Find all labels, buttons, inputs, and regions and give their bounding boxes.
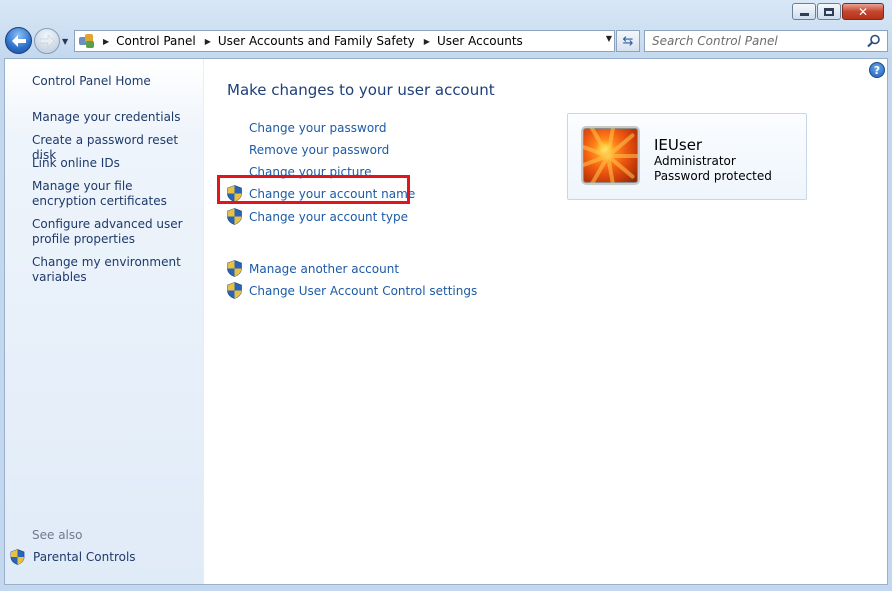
sidebar-parental-controls[interactable]: Parental Controls [10, 549, 136, 565]
caption-buttons: ✕ [792, 3, 884, 20]
navigation-bar: ▼ ▶ Control Panel ▶ User Accounts and Fa… [4, 27, 888, 55]
task-change-password[interactable]: Change your password [249, 121, 387, 135]
user-password-status: Password protected [654, 169, 772, 183]
search-input[interactable] [652, 34, 862, 48]
minimize-icon [799, 12, 809, 16]
window: ✕ ▼ ▶ Control Panel ▶ User Accounts and … [0, 0, 892, 591]
address-dropdown-icon[interactable]: ▼ [606, 34, 612, 43]
breadcrumb-user-accounts[interactable]: User Accounts [437, 34, 523, 48]
user-role: Administrator [654, 154, 736, 168]
shield-icon [10, 549, 25, 565]
task-remove-password[interactable]: Remove your password [249, 143, 389, 157]
highlight-box [217, 175, 410, 204]
address-bar[interactable]: ▶ Control Panel ▶ User Accounts and Fami… [74, 30, 615, 52]
back-button[interactable] [5, 27, 32, 54]
task-change-account-type[interactable]: Change your account type [249, 210, 408, 224]
arrow-right-icon [40, 35, 54, 47]
search-box[interactable] [644, 30, 888, 52]
parental-controls-label: Parental Controls [33, 550, 136, 564]
chevron-right-icon: ▶ [103, 36, 110, 46]
refresh-button[interactable]: ⇆ [616, 30, 640, 52]
breadcrumb-control-panel[interactable]: Control Panel [116, 34, 196, 48]
refresh-icon: ⇆ [622, 33, 634, 49]
recent-pages-dropdown[interactable]: ▼ [62, 37, 68, 46]
user-name: IEUser [654, 136, 703, 154]
sidebar-manage-file-encryption[interactable]: Manage your file encryption certificates [32, 179, 197, 209]
close-icon: ✕ [857, 4, 869, 19]
main-panel: ? Make changes to your user account Chan… [205, 59, 887, 584]
breadcrumb: ▶ Control Panel ▶ User Accounts and Fami… [103, 34, 532, 48]
chevron-right-icon[interactable]: ▶ [205, 37, 211, 46]
sidebar: Control Panel Home Manage your credentia… [5, 59, 204, 584]
chevron-down-icon: ▼ [62, 37, 69, 46]
minimize-button[interactable] [792, 3, 816, 20]
task-manage-another-account[interactable]: Manage another account [249, 262, 399, 276]
search-icon[interactable] [867, 34, 881, 48]
sidebar-configure-advanced-profile[interactable]: Configure advanced user profile properti… [32, 217, 197, 247]
shield-icon [227, 208, 242, 225]
shield-icon [227, 260, 242, 277]
see-also-heading: See also [32, 528, 83, 542]
maximize-button[interactable] [817, 3, 841, 20]
sidebar-control-panel-home[interactable]: Control Panel Home [32, 74, 197, 89]
help-button[interactable]: ? [869, 62, 885, 78]
page-title: Make changes to your user account [227, 81, 495, 99]
task-change-uac-settings[interactable]: Change User Account Control settings [249, 284, 477, 298]
shield-icon [227, 282, 242, 299]
content-area: Control Panel Home Manage your credentia… [4, 58, 888, 585]
chevron-right-icon[interactable]: ▶ [424, 37, 430, 46]
close-button[interactable]: ✕ [842, 3, 884, 20]
sidebar-manage-credentials[interactable]: Manage your credentials [32, 110, 197, 125]
user-account-card: IEUser Administrator Password protected [567, 113, 807, 200]
avatar[interactable] [581, 126, 640, 185]
sidebar-change-environment-variables[interactable]: Change my environment variables [32, 255, 197, 285]
breadcrumb-user-accounts-family-safety[interactable]: User Accounts and Family Safety [218, 34, 415, 48]
arrow-left-icon [11, 34, 26, 47]
maximize-icon [824, 7, 834, 16]
forward-button[interactable] [34, 28, 60, 54]
control-panel-icon [79, 34, 95, 48]
help-icon: ? [873, 64, 881, 77]
sidebar-link-online-ids[interactable]: Link online IDs [32, 156, 197, 171]
